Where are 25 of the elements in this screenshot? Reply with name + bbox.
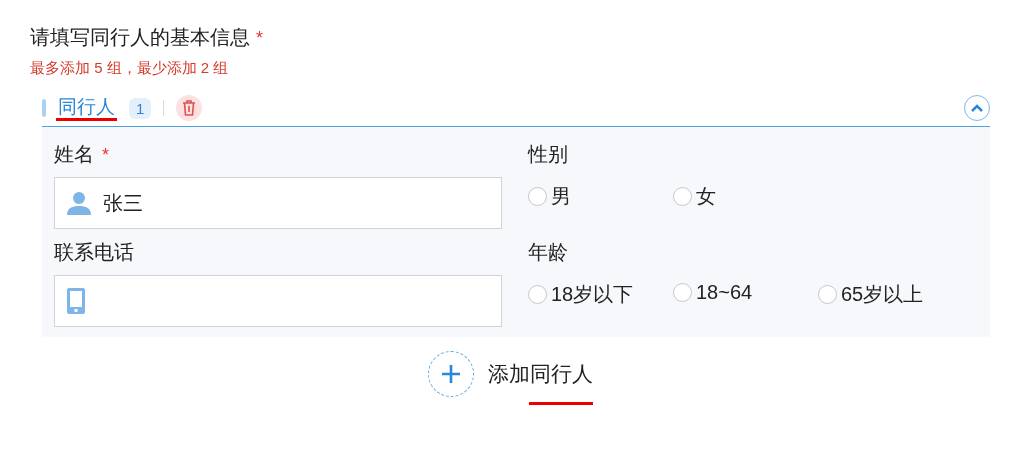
index-badge: 1: [129, 97, 152, 119]
trash-icon: [182, 100, 197, 116]
radio-option[interactable]: 18岁以下: [528, 281, 673, 308]
section-title: 请填写同行人的基本信息: [30, 25, 250, 50]
input-field[interactable]: 张三: [54, 177, 502, 229]
companion-tab[interactable]: 同行人: [56, 95, 117, 121]
field-label: 性别: [528, 142, 568, 167]
plus-icon: [440, 364, 461, 384]
radio-option[interactable]: 女: [673, 183, 818, 210]
required-mark: *: [256, 28, 263, 49]
field-label: 联系电话: [54, 240, 134, 265]
radio-option[interactable]: 男: [528, 183, 673, 210]
phone-icon: [66, 288, 86, 314]
input-field[interactable]: [54, 275, 502, 327]
delete-button[interactable]: [176, 95, 203, 121]
add-companion-button[interactable]: 添加同行人: [427, 351, 593, 405]
radio-option[interactable]: 65岁以上: [818, 281, 963, 308]
collapse-button[interactable]: [964, 95, 990, 121]
limit-hint: 最多添加 5 组，最少添加 2 组: [30, 59, 230, 78]
person-icon: [66, 191, 92, 215]
field-label: 姓名: [54, 142, 94, 167]
required-mark: *: [102, 145, 109, 166]
chevron-up-icon: [971, 104, 983, 112]
radio-option[interactable]: 18~64: [673, 281, 818, 304]
field-label: 年龄: [528, 240, 568, 265]
